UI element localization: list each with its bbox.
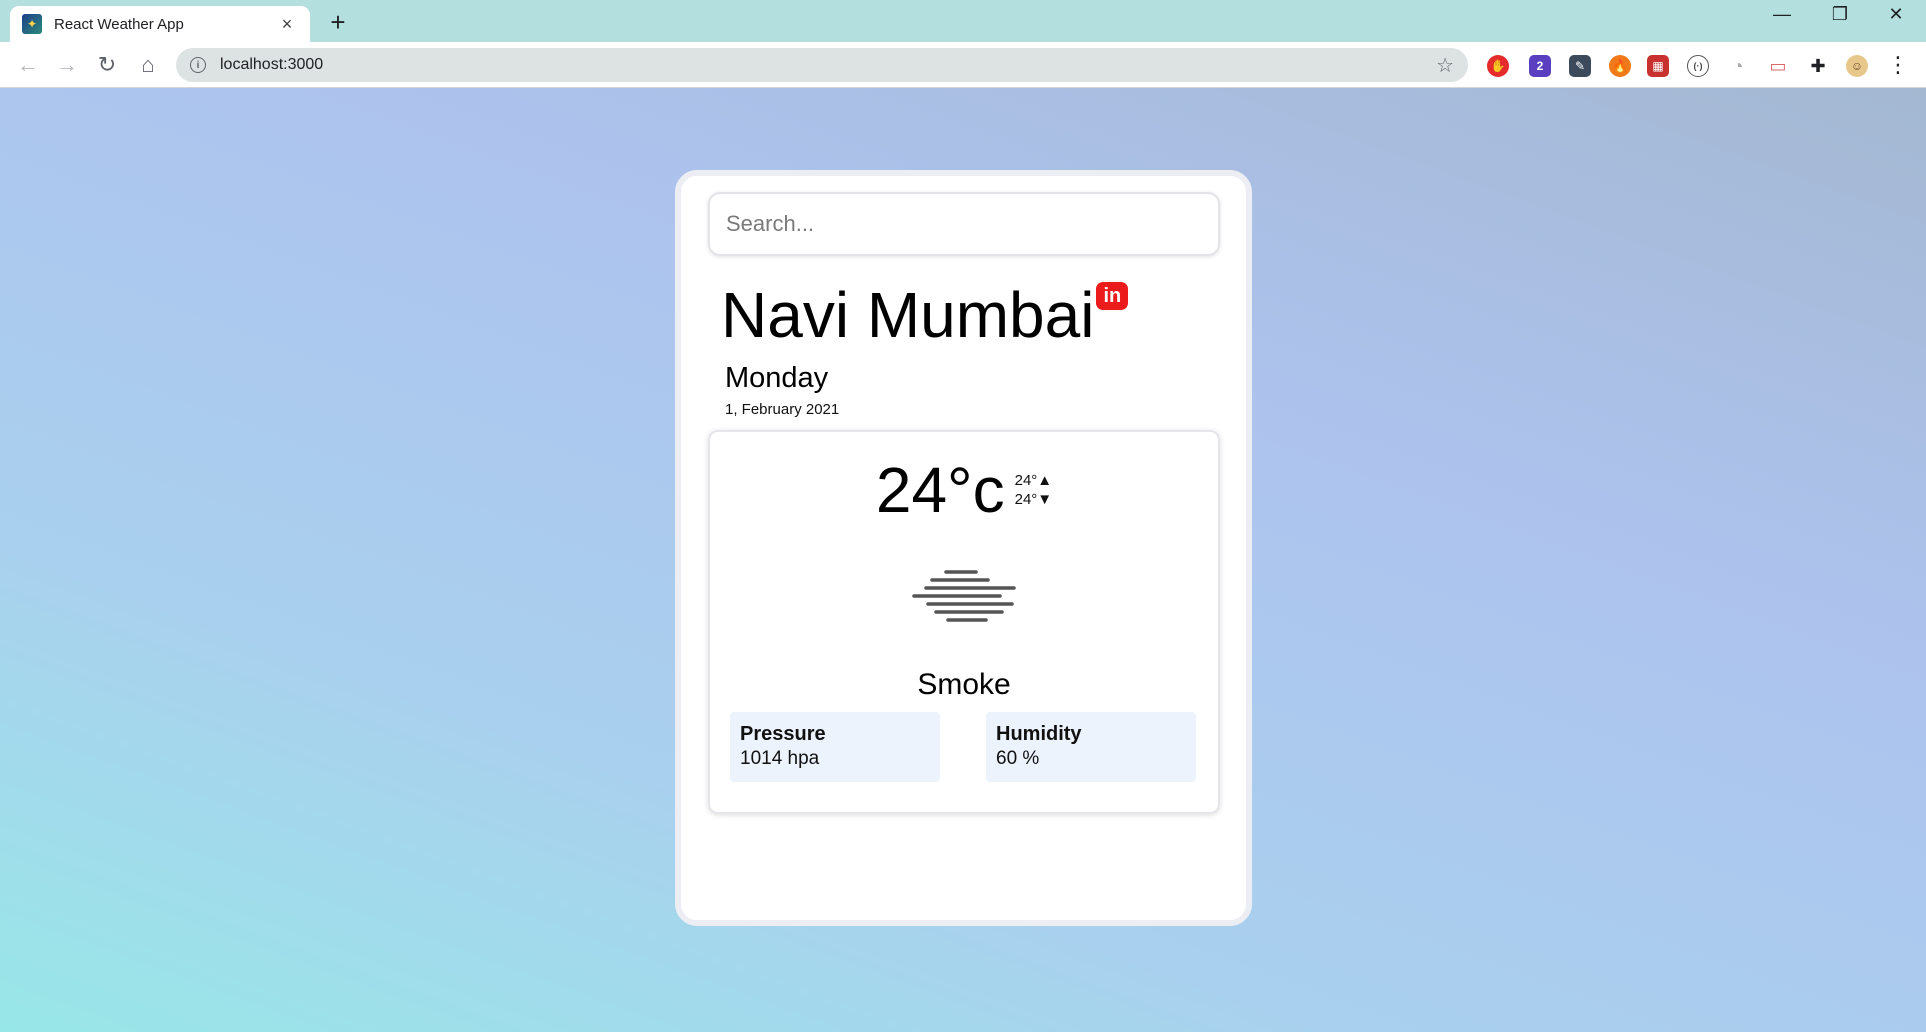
back-button[interactable]: ← xyxy=(14,51,42,79)
weather-description: Smoke xyxy=(917,668,1011,701)
min-temperature: 24°▼ xyxy=(1014,491,1053,508)
reload-button[interactable]: ↻ xyxy=(93,51,121,79)
tab-strip: ✦ React Weather App × + — ❐ ✕ xyxy=(0,0,1926,42)
humidity-label: Humidity xyxy=(996,723,1082,745)
weather-details-panel: 24°c 24°▲ 24°▼ Smoke Pressure 1014 hpa H… xyxy=(708,430,1220,814)
code-extension-icon[interactable]: (·) xyxy=(1687,55,1709,77)
min-max-temperature: 24°▲ 24°▼ xyxy=(1015,471,1053,509)
close-tab-icon[interactable]: × xyxy=(276,14,298,35)
browser-menu-icon[interactable]: ⋮ xyxy=(1884,51,1912,79)
react-favicon-icon: ✦ xyxy=(22,14,42,34)
tab-title: React Weather App xyxy=(54,15,184,33)
puzzle-extensions-icon[interactable]: ✚ xyxy=(1807,55,1829,77)
forward-button[interactable]: → xyxy=(53,51,81,79)
profile-avatar[interactable]: ☺ xyxy=(1846,55,1868,77)
smoke-icon xyxy=(912,566,1020,622)
window-close-button[interactable]: ✕ xyxy=(1876,4,1916,25)
pressure-label: Pressure xyxy=(740,723,826,745)
calendar-extension-icon[interactable]: ▭ xyxy=(1767,55,1789,77)
address-bar[interactable]: i localhost:3000 ☆ xyxy=(176,48,1468,82)
city-name: Navi Mumbai xyxy=(721,279,1095,351)
adblock-extension-icon[interactable]: ✋ xyxy=(1487,55,1509,77)
restore-button[interactable]: ❐ xyxy=(1820,4,1860,25)
day-name: Monday xyxy=(725,362,829,394)
date-text: 1, February 2021 xyxy=(725,401,840,418)
new-tab-button[interactable]: + xyxy=(325,7,351,38)
home-button[interactable]: ⌂ xyxy=(134,51,162,79)
site-info-icon[interactable]: i xyxy=(190,57,206,73)
fire-extension-icon[interactable]: 🔥 xyxy=(1609,55,1631,77)
tab-react-weather-app[interactable]: ✦ React Weather App × xyxy=(10,6,310,42)
minimize-button[interactable]: — xyxy=(1762,4,1802,25)
url-text: localhost:3000 xyxy=(220,56,324,73)
humidity-box: Humidity 60 % xyxy=(986,712,1196,782)
grid-extension-icon[interactable]: ▦ xyxy=(1647,55,1669,77)
weather-card: Navi Mumbai in Monday 1, February 2021 2… xyxy=(675,170,1252,926)
pressure-box: Pressure 1014 hpa xyxy=(730,712,940,782)
page-viewport: Navi Mumbai in Monday 1, February 2021 2… xyxy=(0,88,1926,1032)
search-input[interactable] xyxy=(708,192,1220,256)
humidity-value: 60 % xyxy=(996,748,1040,769)
temperature-row: 24°c 24°▲ 24°▼ xyxy=(710,454,1218,526)
browser-toolbar: ← → ↻ ⌂ i localhost:3000 ☆ ✋ 2 ✎ 🔥 ▦ (·)… xyxy=(0,42,1926,88)
graduation-extension-icon[interactable]: 2 xyxy=(1529,55,1551,77)
eyedropper-extension-icon[interactable]: ✎ xyxy=(1569,55,1591,77)
city-heading: Navi Mumbai in xyxy=(721,276,1129,354)
pressure-value: 1014 hpa xyxy=(740,748,820,769)
country-code-badge: in xyxy=(1096,282,1129,310)
dial-extension-icon[interactable]: ◔ xyxy=(1727,55,1749,77)
bookmark-star-icon[interactable]: ☆ xyxy=(1436,53,1454,78)
max-temperature: 24°▲ xyxy=(1014,472,1053,489)
current-temperature: 24°c xyxy=(875,454,1005,526)
